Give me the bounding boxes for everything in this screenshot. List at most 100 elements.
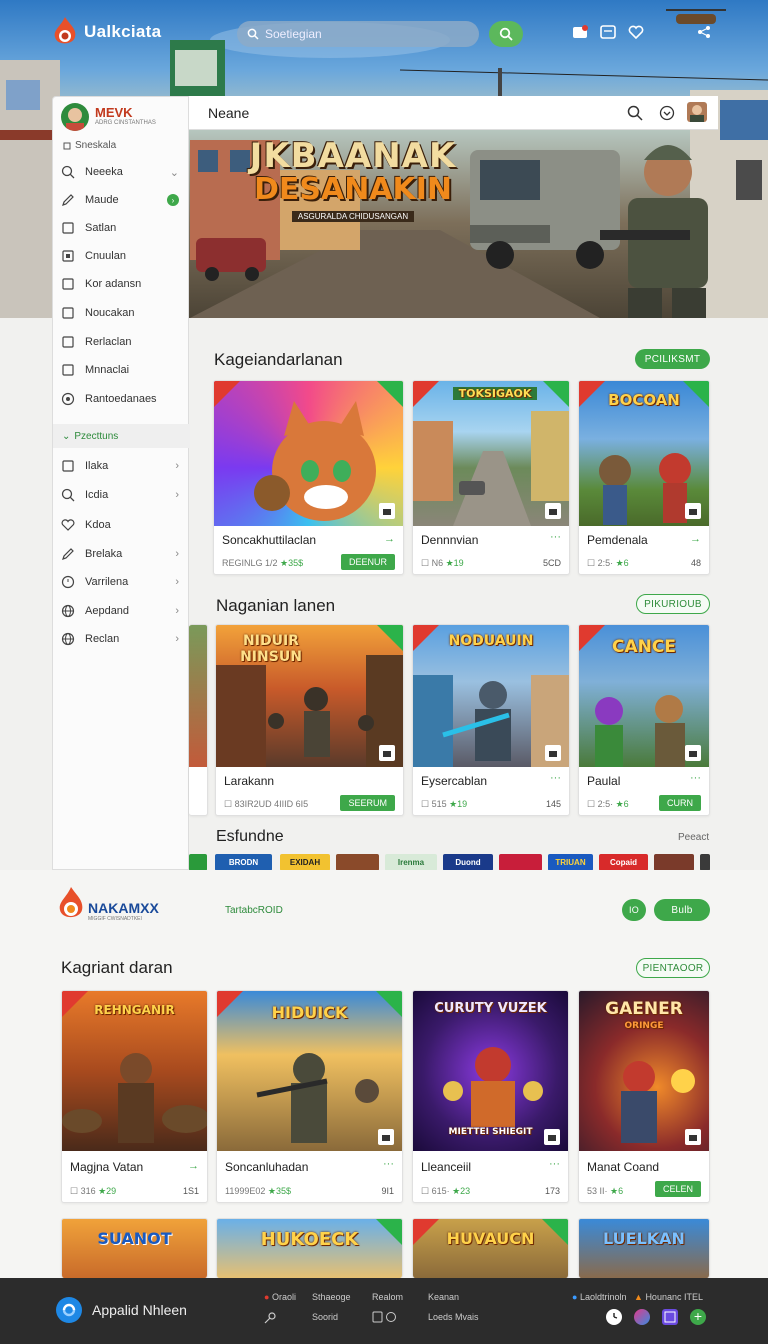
sidebar-item-maude[interactable]: Maude › — [61, 189, 183, 211]
game-card[interactable]: Soncakhuttilaclan → REGINLG 1/2 ★35$ DEE… — [213, 380, 404, 575]
heart-icon[interactable] — [626, 22, 646, 42]
badge-ribbon — [214, 381, 240, 407]
game-card[interactable]: CURUTY VUZEK MIETTEI SHIEGIT Lleanceiil … — [412, 990, 569, 1203]
game-card[interactable]: NODUAUIN Eysercablan ··· ☐ 515 ★19 145 — [412, 624, 570, 816]
sidebar-item-brelaka[interactable]: Brelaka › — [61, 543, 183, 565]
bag-icon[interactable] — [379, 503, 395, 519]
sidebar-item-icdia[interactable]: Icdia › — [61, 484, 183, 506]
app-name[interactable]: Ualkciata — [84, 22, 161, 42]
sidebar-item-rantoedanaes[interactable]: Rantoedanaes — [61, 388, 183, 410]
footer-link[interactable]: Keanan — [428, 1292, 459, 1302]
arrow-icon[interactable]: → — [384, 533, 395, 545]
section-action-button[interactable]: PIENTAOOR — [636, 958, 710, 978]
user-avatar[interactable] — [61, 103, 89, 131]
footer-link[interactable]: ● Oraoli — [264, 1292, 296, 1302]
app-icon[interactable] — [634, 1309, 650, 1325]
sidebar-item-aepdand[interactable]: Aepdand › — [61, 600, 183, 622]
footer-logo-icon[interactable] — [56, 1297, 82, 1323]
more-icon[interactable]: ··· — [550, 772, 561, 784]
footer-link[interactable]: Soorid — [312, 1312, 338, 1322]
footer-text-link[interactable]: ▲ Hounanc ITEL — [634, 1292, 703, 1302]
sidebar-item-mnnaclai[interactable]: Mnnaclai — [61, 359, 183, 381]
sidebar-item-cnuulan[interactable]: Cnuulan — [61, 245, 183, 267]
brand-logo[interactable] — [499, 854, 542, 871]
game-card[interactable]: NIDUIR NINSUN Larakann ☐ 83IR2UD 4IIID 6… — [215, 624, 404, 816]
sidebar-item-satlan[interactable]: Satlan — [61, 217, 183, 239]
app-logo-icon[interactable] — [52, 16, 78, 48]
gallery-icon[interactable] — [662, 1309, 678, 1325]
brand-logo[interactable]: BRODN — [215, 854, 272, 871]
search-button[interactable] — [489, 21, 523, 47]
chevron-circle-icon[interactable] — [659, 105, 675, 121]
search-input[interactable]: Soetiegian — [237, 21, 479, 47]
game-card[interactable]: TOKSIGAOK Dennnvian ··· ☐ N6 ★19 5CD — [412, 380, 570, 575]
sidebar-item-kdoa[interactable]: Kdoa — [61, 514, 183, 536]
game-card[interactable]: HIDUICK Soncanluhadan ··· 11999E02 ★35$ … — [216, 990, 403, 1203]
count-badge[interactable]: IO — [622, 899, 646, 921]
sidebar-item-neeeka[interactable]: Neeeka ⌄ — [61, 161, 183, 183]
game-card[interactable]: LUELKAN — [578, 1218, 710, 1278]
game-card[interactable]: GAENER ORINGE Manat Coand 53 II· ★6 CELE… — [578, 990, 710, 1203]
clock-icon[interactable] — [606, 1309, 622, 1325]
avatar[interactable] — [687, 102, 707, 122]
brand-logo[interactable] — [700, 854, 710, 871]
brand-logo[interactable] — [336, 854, 379, 871]
card-action-button[interactable]: CURN — [659, 795, 701, 811]
arrow-icon[interactable]: → — [188, 1160, 199, 1172]
search-icon[interactable] — [627, 105, 643, 121]
footer-link[interactable]: Loeds Mvais — [428, 1312, 479, 1322]
game-card[interactable]: CANCE Paulal ··· ☐ 2:5· ★6 CURN — [578, 624, 710, 816]
sidebar-item-reclan[interactable]: Reclan › — [61, 628, 183, 650]
bag-icon[interactable] — [378, 1129, 394, 1145]
sidebar-item-kor-adansn[interactable]: Kor adansn — [61, 273, 183, 295]
section-action-button[interactable]: PCILIKSMT — [635, 349, 710, 369]
sidebar-item-rerlaclan[interactable]: Rerlaclan — [61, 331, 183, 353]
brand-logo[interactable]: TRIUAN — [548, 854, 593, 871]
square-icon — [61, 221, 75, 235]
bag-icon[interactable] — [545, 745, 561, 761]
brand-logo[interactable]: Duond — [443, 854, 493, 871]
arrow-icon[interactable]: → — [690, 533, 701, 545]
brand-logo[interactable] — [654, 854, 694, 871]
footer-link[interactable]: Realom — [372, 1292, 403, 1302]
share-icon[interactable] — [694, 22, 714, 42]
section-action-button[interactable]: PIKURIOUB — [636, 594, 710, 614]
bag-icon[interactable] — [685, 745, 701, 761]
more-icon[interactable]: ··· — [550, 531, 561, 543]
game-card[interactable]: SUANOT — [61, 1218, 208, 1278]
brand-logo[interactable]: EXIDAH — [280, 854, 330, 871]
notification-icon[interactable] — [570, 22, 590, 42]
footer-text-link[interactable]: ● Laoldtrinoln — [572, 1292, 627, 1302]
game-card-partial[interactable] — [189, 624, 208, 816]
more-icon[interactable]: ··· — [383, 1158, 394, 1170]
game-card[interactable]: HUVAUCN — [412, 1218, 569, 1278]
brand-logo-icon[interactable] — [58, 886, 84, 922]
more-icon[interactable]: ··· — [549, 1158, 560, 1170]
sidebar-item-ilaka[interactable]: Ilaka › — [61, 455, 183, 477]
chat-icon[interactable] — [372, 1311, 398, 1323]
bag-icon[interactable] — [685, 1129, 701, 1145]
card-action-button[interactable]: DEENUR — [340, 554, 395, 570]
brand-logo[interactable] — [189, 854, 207, 871]
search-icon[interactable] — [264, 1312, 276, 1324]
sidebar-item-varrilena[interactable]: Varrilena › — [61, 571, 183, 593]
game-card[interactable]: HUKOECK — [216, 1218, 403, 1278]
message-icon[interactable] — [598, 22, 618, 42]
game-card[interactable]: BOCOAN Pemdenala → ☐ 2:5· ★6 48 — [578, 380, 710, 575]
bag-icon[interactable] — [544, 1129, 560, 1145]
bag-icon[interactable] — [685, 503, 701, 519]
footer-link[interactable]: Sthaeoge — [312, 1292, 351, 1302]
more-icon[interactable]: ··· — [690, 772, 701, 784]
center-text[interactable]: TartabcROID — [225, 905, 283, 916]
action-pill-button[interactable]: Bulb — [654, 899, 710, 921]
brands-link[interactable]: Peeact — [678, 832, 709, 843]
add-icon[interactable]: + — [690, 1309, 706, 1325]
game-card[interactable]: REHNGANIR Magjna Vatan → ☐ 316 ★29 1S1 — [61, 990, 208, 1203]
sidebar-item-noucakan[interactable]: Noucakan — [61, 302, 183, 324]
card-action-button[interactable]: SEERUM — [340, 795, 395, 811]
bag-icon[interactable] — [545, 503, 561, 519]
card-action-button[interactable]: CELEN — [654, 1181, 701, 1197]
bag-icon[interactable] — [379, 745, 395, 761]
brand-logo[interactable]: Irenma — [385, 854, 437, 871]
brand-logo[interactable]: Copaid — [599, 854, 648, 871]
